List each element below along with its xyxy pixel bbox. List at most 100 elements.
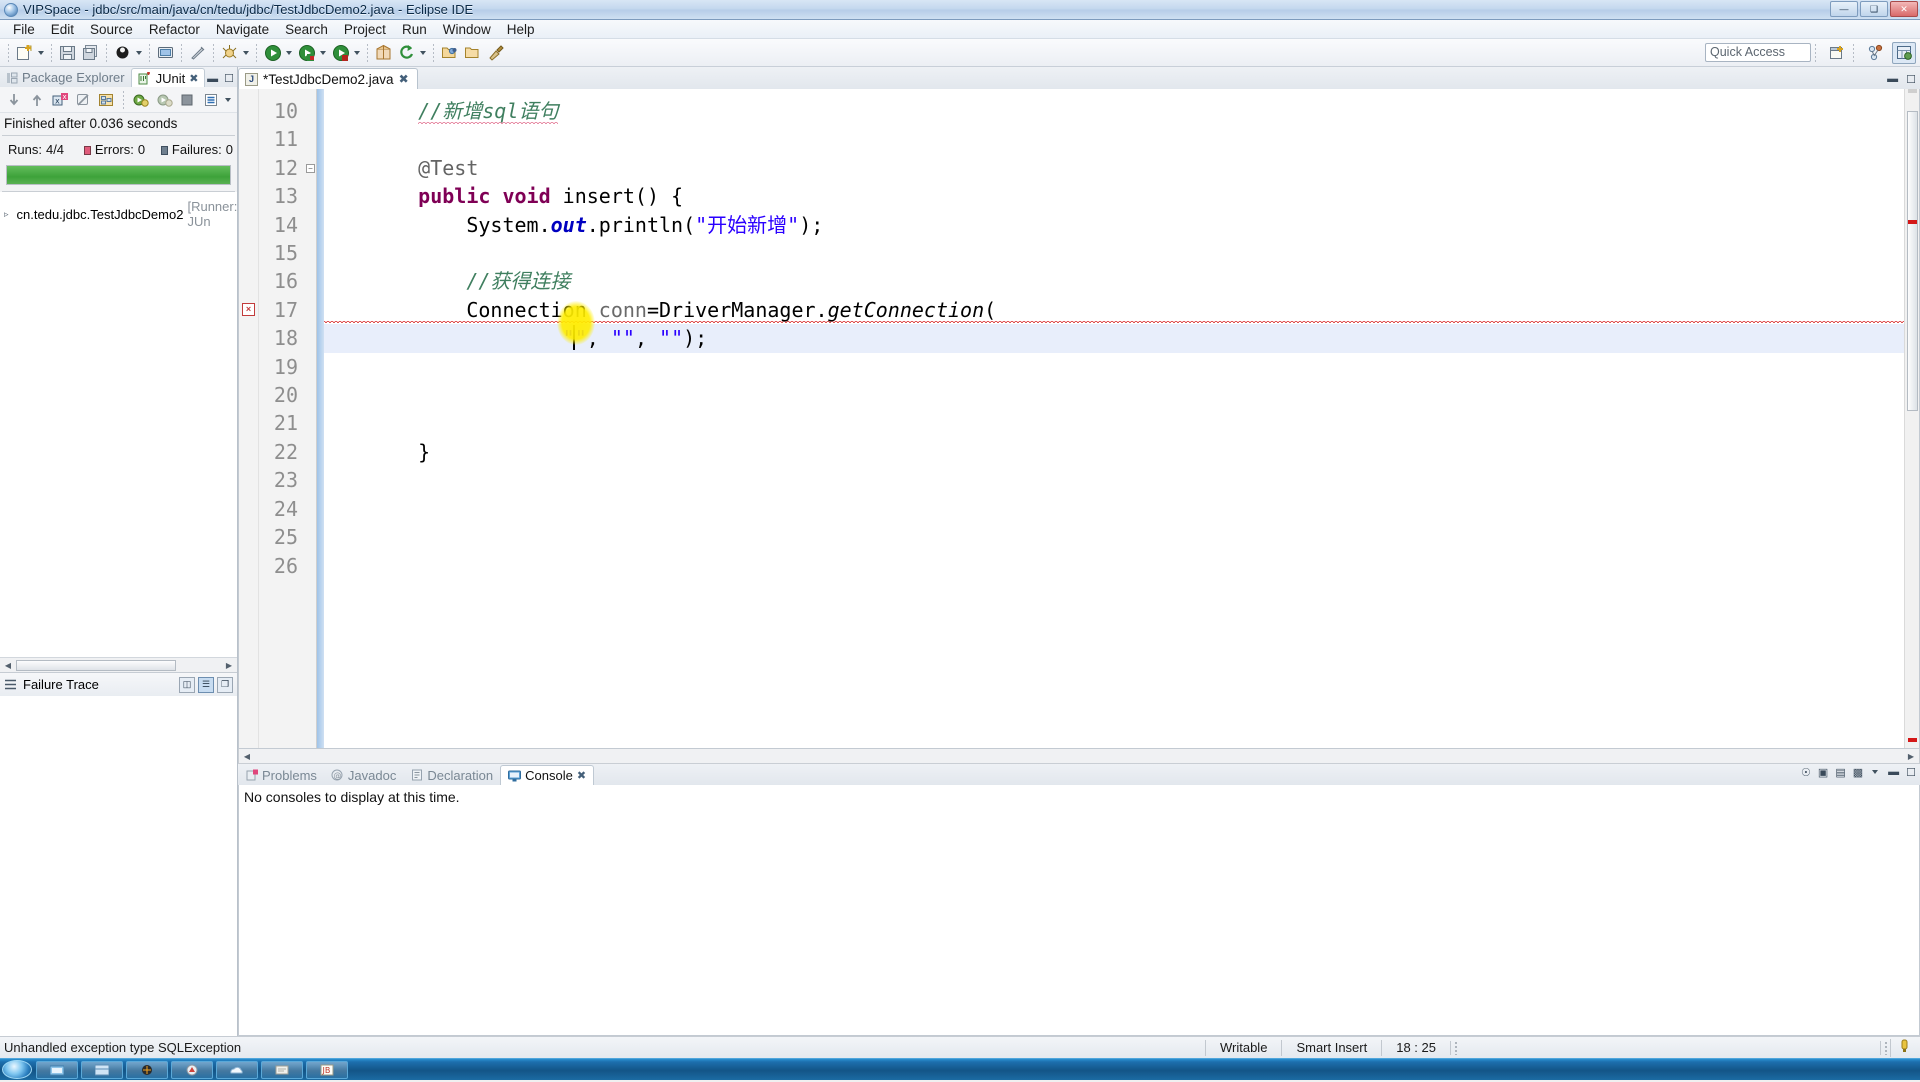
folding-ruler[interactable]: −: [305, 89, 317, 748]
coverage-dropdown-arrow[interactable]: [352, 43, 361, 63]
maximize-button[interactable]: ❑: [1860, 1, 1888, 17]
debug-dropdown-arrow[interactable]: [241, 43, 250, 63]
left-view-tabs[interactable]: Package Explorer JUnit ✖ ▬ ☐: [0, 67, 237, 87]
code-line[interactable]: System.out.println("开始新增");: [324, 211, 1904, 239]
display-console-icon[interactable]: ▤: [1835, 766, 1845, 779]
annotation-gutter[interactable]: ×: [239, 89, 259, 748]
tab-javadoc[interactable]: @ Javadoc: [324, 765, 403, 785]
code-line[interactable]: public void insert() {: [324, 182, 1904, 210]
compare-result-icon[interactable]: ◫: [179, 676, 195, 693]
new-wizard-icon[interactable]: [14, 42, 35, 63]
code-line[interactable]: [324, 466, 1904, 494]
save-icon[interactable]: [57, 42, 78, 63]
taskbar-item-2[interactable]: [81, 1060, 123, 1079]
code-line[interactable]: "", "", "");: [324, 324, 1904, 353]
chevron-right-icon[interactable]: ▹: [4, 209, 9, 220]
menubar[interactable]: File Edit Source Refactor Navigate Searc…: [0, 20, 1920, 39]
tab-junit[interactable]: JUnit ✖: [130, 68, 206, 87]
menu-navigate[interactable]: Navigate: [208, 21, 277, 38]
error-marker-icon[interactable]: ×: [242, 302, 255, 316]
code-line[interactable]: @Test: [324, 154, 1904, 182]
editor-tabs[interactable]: J *TestJdbcDemo2.java ✖ ▬ ☐: [238, 67, 1920, 89]
list-item[interactable]: ▹ cn.tedu.jdbc.TestJdbcDemo2 [Runner: JU…: [0, 197, 237, 231]
rerun-failed-icon[interactable]: [154, 89, 175, 110]
code-line[interactable]: [324, 409, 1904, 437]
code-line[interactable]: [324, 381, 1904, 409]
maximize-icon[interactable]: ☐: [1906, 73, 1916, 86]
close-icon[interactable]: ✖: [399, 72, 409, 86]
search-icon[interactable]: [485, 42, 506, 63]
taskbar-item-6[interactable]: [261, 1060, 303, 1079]
taskbar-item-3[interactable]: [126, 1060, 168, 1079]
editor-vertical-scrollbar[interactable]: [1904, 89, 1919, 748]
console-view-tabs[interactable]: Problems @ Javadoc Declaration Console ✖…: [238, 764, 1920, 785]
terminate-icon[interactable]: [177, 89, 198, 110]
status-indicator-icon[interactable]: [1890, 1038, 1918, 1057]
scroll-left-icon[interactable]: ◀: [0, 661, 16, 670]
code-line[interactable]: //获得连接: [324, 267, 1904, 295]
menu-search[interactable]: Search: [277, 21, 336, 38]
menu-project[interactable]: Project: [336, 21, 394, 38]
stop-icon[interactable]: [73, 89, 94, 110]
run-as-dropdown-arrow[interactable]: [318, 43, 327, 63]
run-as-icon[interactable]: [296, 42, 317, 63]
quick-access-input[interactable]: Quick Access: [1705, 43, 1811, 62]
java-ee-perspective-icon[interactable]: [1892, 41, 1916, 64]
editor-horizontal-scrollbar[interactable]: ◀ ▶: [238, 749, 1920, 764]
console-output[interactable]: No consoles to display at this time.: [238, 785, 1920, 1036]
taskbar-item-5[interactable]: [216, 1060, 258, 1079]
code-line[interactable]: [324, 494, 1904, 522]
maximize-view-icon[interactable]: ☐: [224, 72, 234, 85]
overview-mark-error[interactable]: [1908, 220, 1917, 225]
code-line[interactable]: [324, 125, 1904, 153]
code-editor[interactable]: × 10 11 12 13 14 15 16 17 18 19 20 21 22 23 24 25 26 − /…: [238, 89, 1920, 749]
scroll-right-icon[interactable]: ▶: [1903, 752, 1919, 761]
junit-tree-hscrollbar[interactable]: ◀ ▶: [0, 657, 237, 672]
open-task-icon[interactable]: [462, 42, 483, 63]
junit-view-menu-arrow[interactable]: [223, 90, 232, 110]
debug-icon[interactable]: [219, 42, 240, 63]
code-line[interactable]: [324, 353, 1904, 381]
tab-package-explorer[interactable]: Package Explorer: [0, 68, 131, 87]
window-titlebar[interactable]: VIPSpace - jdbc/src/main/java/cn/tedu/jd…: [0, 0, 1920, 20]
taskbar-item-7[interactable]: JB: [306, 1060, 348, 1079]
menu-file[interactable]: File: [5, 21, 43, 38]
pin-console-icon[interactable]: ▣: [1818, 766, 1828, 779]
junit-toolbar[interactable]: x x: [0, 87, 237, 113]
scrollbar-thumb[interactable]: [16, 659, 176, 671]
open-type-icon[interactable]: [439, 42, 460, 63]
failure-trace-buttons[interactable]: ◫ ☰ ❐: [179, 676, 233, 693]
taskbar-item-1[interactable]: [36, 1060, 78, 1079]
console-view-menu-arrow[interactable]: [1870, 762, 1879, 782]
rerun-test-icon[interactable]: [130, 89, 151, 110]
junit-results-tree[interactable]: ▹ cn.tedu.jdbc.TestJdbcDemo2 [Runner: JU…: [0, 192, 237, 657]
windows-start-orb[interactable]: [2, 1060, 32, 1079]
filter-stack-trace-icon[interactable]: ☰: [198, 676, 214, 693]
open-console-icon[interactable]: ☉: [1801, 766, 1811, 779]
menu-edit[interactable]: Edit: [43, 21, 82, 38]
refresh-dropdown-arrow[interactable]: [418, 43, 427, 63]
minimize-view-icon[interactable]: ▬: [207, 73, 218, 85]
toolbar-right-group[interactable]: Quick Access: [1705, 41, 1916, 64]
external-tools-icon[interactable]: [112, 42, 133, 63]
menu-window[interactable]: Window: [435, 21, 499, 38]
code-text-area[interactable]: //新增sql语句 @Test public void insert() { S…: [324, 89, 1904, 748]
tab-testjdbcdemo2-java[interactable]: J *TestJdbcDemo2.java ✖: [238, 68, 418, 89]
console-toolbar[interactable]: ☉ ▣ ▤ ▩ ▬ ☐: [1801, 762, 1916, 782]
folding-collapse-icon[interactable]: −: [306, 163, 315, 173]
copy-trace-icon[interactable]: ❐: [217, 676, 233, 693]
code-line[interactable]: [324, 551, 1904, 579]
save-all-icon[interactable]: [80, 42, 101, 63]
editor-view-buttons[interactable]: ▬ ☐: [1887, 73, 1916, 86]
scrollbar-thumb[interactable]: [1907, 111, 1918, 411]
close-icon[interactable]: ✖: [189, 72, 198, 85]
coverage-icon[interactable]: [330, 42, 351, 63]
tab-console[interactable]: Console ✖: [500, 765, 595, 785]
minimize-button[interactable]: —: [1830, 1, 1858, 17]
scroll-left-icon[interactable]: ◀: [239, 752, 255, 761]
tab-problems[interactable]: Problems: [238, 765, 324, 785]
external-tools-dropdown-arrow[interactable]: [134, 43, 143, 63]
main-toolbar[interactable]: Quick Access: [0, 39, 1920, 67]
close-button[interactable]: ✕: [1890, 1, 1918, 17]
menu-help[interactable]: Help: [499, 21, 543, 38]
